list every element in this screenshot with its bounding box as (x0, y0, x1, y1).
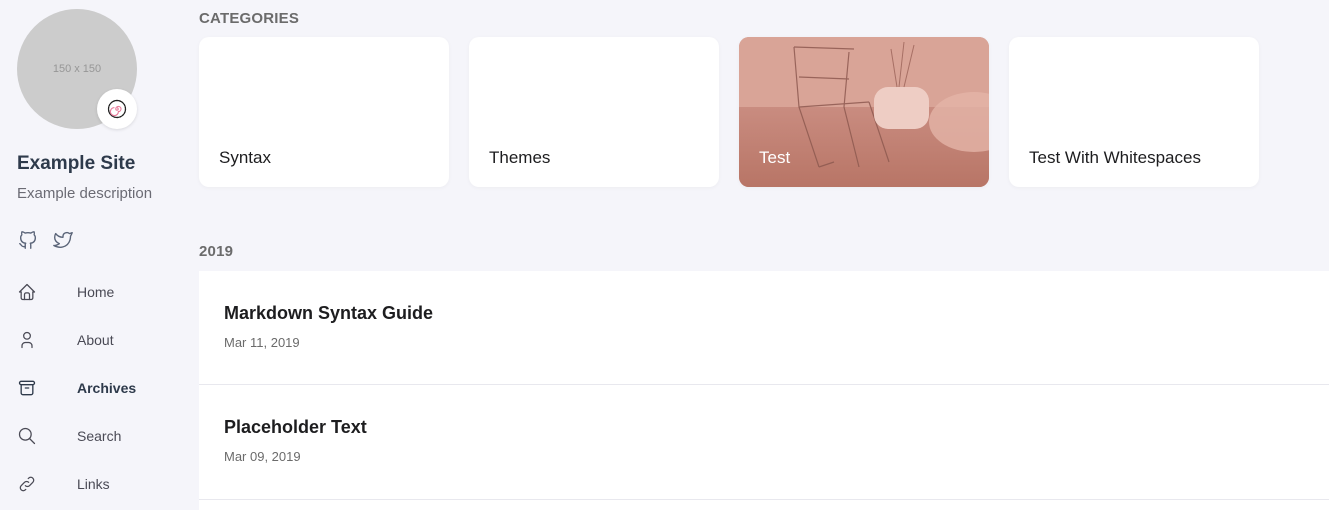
github-link[interactable] (17, 229, 39, 251)
category-card-test[interactable]: Test (739, 37, 989, 187)
menu-item-label: Search (77, 428, 122, 444)
github-icon (19, 231, 37, 249)
site-name[interactable]: Example Site (17, 153, 135, 175)
menu-item-label: About (77, 332, 114, 348)
article-date: Mar 11, 2019 (224, 335, 300, 350)
site-description: Example description (17, 185, 153, 202)
menu-item-links[interactable]: Links (0, 466, 190, 502)
menu-item-archives[interactable]: Archives (0, 370, 190, 406)
home-icon (17, 282, 37, 302)
menu-item-about[interactable]: About (0, 322, 190, 358)
categories-heading: CATEGORIES (199, 10, 300, 27)
link-icon (17, 474, 37, 494)
category-label: Test (759, 148, 791, 167)
search-icon (17, 426, 37, 446)
year-heading: 2019 (199, 243, 234, 260)
twitter-link[interactable] (52, 229, 74, 251)
archive-list: Markdown Syntax Guide Mar 11, 2019 Place… (199, 271, 1329, 510)
emoji-badge (97, 89, 137, 129)
article-title[interactable]: Placeholder Text (224, 417, 367, 438)
article-title[interactable]: Markdown Syntax Guide (224, 303, 433, 324)
category-card-test-with-whitespaces[interactable]: Test With Whitespaces (1009, 37, 1259, 187)
category-label: Syntax (219, 148, 271, 167)
menu-item-label: Archives (77, 380, 137, 396)
menu-item-home[interactable]: Home (0, 274, 190, 310)
user-icon (17, 330, 37, 350)
article-date: Mar 09, 2019 (224, 449, 301, 464)
menu-item-search[interactable]: Search (0, 418, 190, 454)
archive-icon (17, 378, 37, 398)
menu-item-label: Home (77, 284, 115, 300)
sidebar: 150 x 150 Example Site Example descripti… (0, 0, 190, 510)
swirl-emoji-icon (107, 99, 127, 119)
category-label: Themes (489, 148, 551, 167)
archive-item[interactable]: Placeholder Text Mar 09, 2019 (199, 385, 1329, 499)
twitter-icon (53, 231, 73, 248)
divider (199, 499, 1329, 500)
archive-item[interactable]: Markdown Syntax Guide Mar 11, 2019 (199, 271, 1329, 385)
category-card-syntax[interactable]: Syntax (199, 37, 449, 187)
menu-item-label: Links (77, 476, 110, 492)
category-label: Test With Whitespaces (1029, 148, 1201, 167)
avatar-placeholder-text: 150 x 150 (52, 63, 102, 75)
category-card-themes[interactable]: Themes (469, 37, 719, 187)
